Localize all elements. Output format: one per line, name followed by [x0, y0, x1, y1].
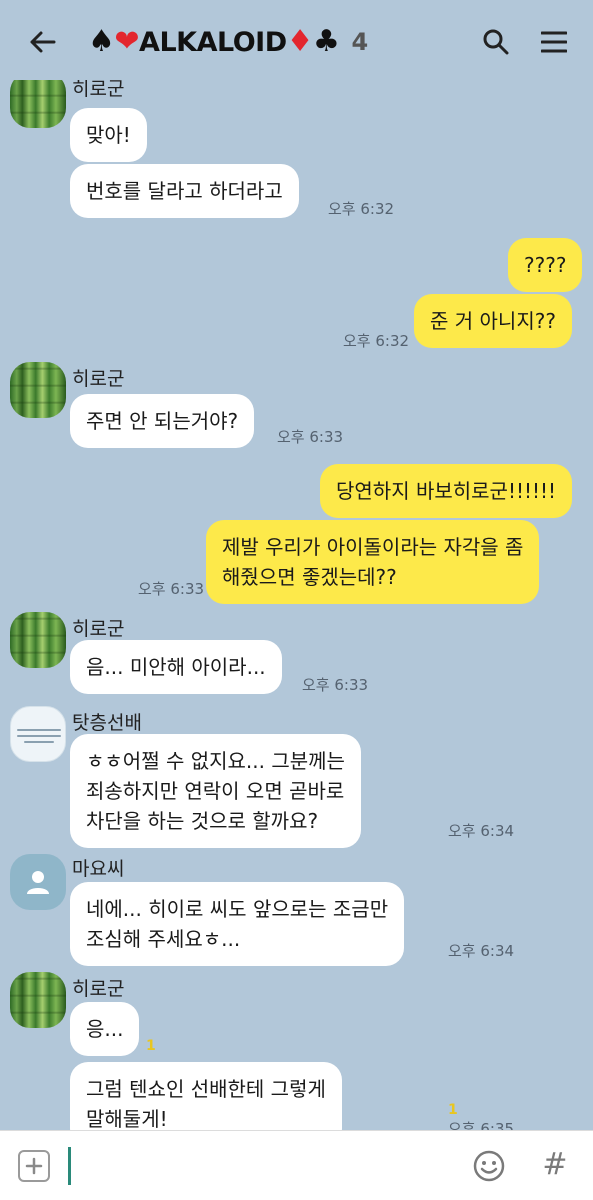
message-time: 오후 6:33 [138, 580, 205, 598]
message-input[interactable] [66, 1145, 456, 1187]
avatar-tatsumi[interactable] [10, 706, 66, 762]
avatar-mayoi[interactable] [10, 854, 66, 910]
text-caret [68, 1147, 71, 1185]
hash-tag-button[interactable]: # [538, 1147, 572, 1183]
note-image-icon [17, 725, 61, 747]
plus-icon [25, 1157, 43, 1175]
sender-name: 탓층선배 [72, 712, 142, 734]
message-bubble[interactable]: 응... [70, 1002, 140, 1056]
avatar-hirokun[interactable] [10, 362, 66, 418]
message-bubble[interactable]: 주면 안 되는거야? [70, 394, 255, 448]
message-bubble[interactable]: 번호를 달라고 하더라고 [70, 164, 299, 218]
search-icon [483, 29, 509, 55]
search-button[interactable] [476, 22, 516, 62]
message-bubble[interactable]: 준 거 아니지?? [414, 294, 572, 348]
member-count: 4 [351, 28, 368, 56]
menu-button[interactable] [534, 22, 574, 62]
message-input-bar: # [0, 1130, 593, 1200]
message-bubble[interactable]: 당연하지 바보히로군!!!!!! [320, 464, 573, 518]
person-icon [27, 871, 49, 894]
message-time: 오후 6:32 [343, 332, 410, 350]
message-time: 오후 6:34 [448, 822, 515, 840]
diamond-icon: ♦ [286, 24, 314, 59]
message-bubble[interactable]: 그럼 텐쇼인 선배한테 그렇게 말해둘게! [70, 1062, 342, 1130]
message-bubble[interactable]: 제발 우리가 아이돌이라는 자각을 좀 해줬으면 좋겠는데?? [206, 520, 540, 604]
emoji-button[interactable] [472, 1149, 506, 1183]
message-time: 오후 6:33 [302, 676, 369, 694]
smiley-icon [473, 1150, 505, 1182]
hamburger-menu-icon [541, 31, 567, 53]
sender-name: 히로군 [72, 978, 125, 1000]
message-list[interactable]: 히로군 맞아! 번호를 달라고 하더라고 오후 6:32 ???? 준 거 아니… [0, 80, 593, 1130]
heart-icon: ❤ [114, 24, 140, 59]
unread-count: 1 [146, 1038, 156, 1054]
chat-header: ♠ ❤ ALKALOID ♦ ♣ 4 [0, 0, 593, 80]
add-attachment-button[interactable] [18, 1150, 50, 1182]
message-bubble[interactable]: ㅎㅎ어쩔 수 없지요... 그분께는 죄송하지만 연락이 오면 곧바로 차단을 … [70, 734, 361, 848]
message-time: 오후 6:35 [448, 1120, 515, 1130]
message-bubble[interactable]: 맞아! [70, 108, 147, 162]
sender-name: 마요씨 [72, 858, 125, 880]
avatar-hirokun[interactable] [10, 612, 66, 668]
arrow-left-icon [30, 31, 56, 53]
message-bubble[interactable]: 음... 미안해 아이라... [70, 640, 282, 694]
sender-name: 히로군 [72, 618, 125, 640]
room-name: ALKALOID [139, 26, 287, 58]
sender-name: 히로군 [72, 368, 125, 390]
avatar-hirokun[interactable] [10, 80, 66, 128]
back-button[interactable] [22, 22, 62, 62]
spade-icon: ♠ [88, 24, 115, 59]
message-time: 오후 6:32 [328, 200, 395, 218]
message-bubble[interactable]: ???? [508, 238, 583, 292]
avatar-hirokun[interactable] [10, 972, 66, 1028]
sender-name: 히로군 [72, 80, 125, 100]
club-icon: ♣ [313, 24, 340, 59]
message-time: 오후 6:33 [277, 428, 344, 446]
message-bubble[interactable]: 네에... 히이로 씨도 앞으로는 조금만 조심해 주세요ㅎ... [70, 882, 405, 966]
chat-room-title: ♠ ❤ ALKALOID ♦ ♣ 4 [88, 22, 368, 62]
unread-count: 1 [448, 1102, 458, 1118]
message-time: 오후 6:34 [448, 942, 515, 960]
